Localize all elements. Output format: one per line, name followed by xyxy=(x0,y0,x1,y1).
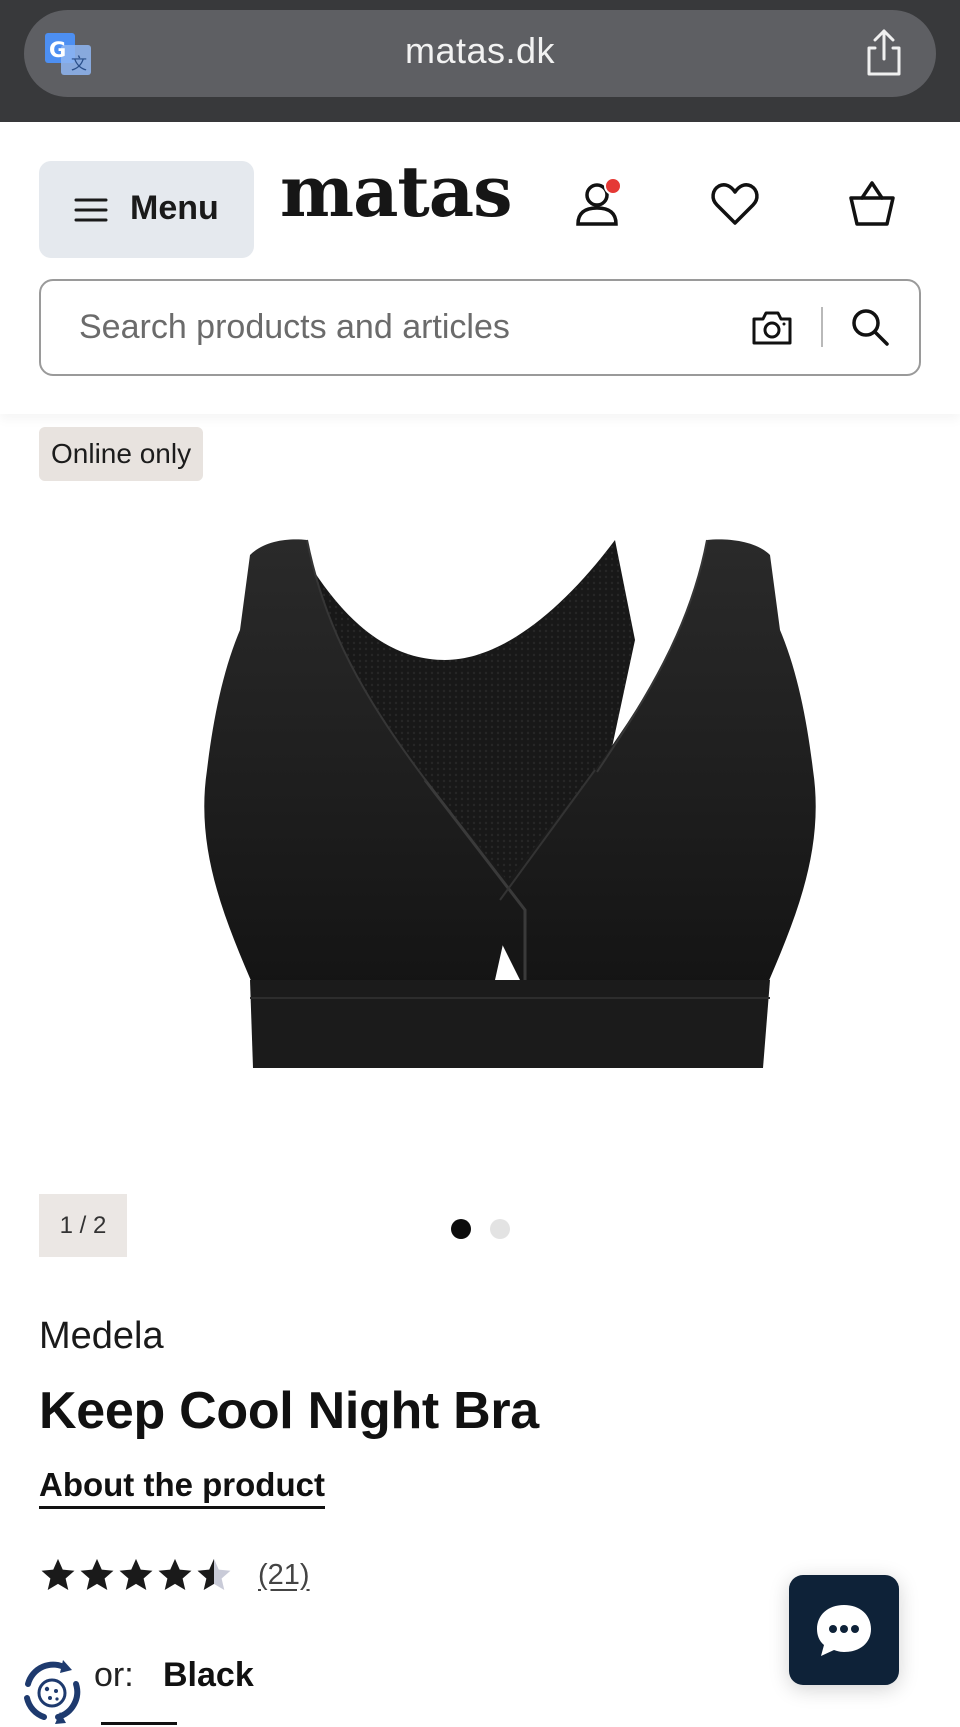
review-count[interactable]: (21) xyxy=(258,1559,310,1592)
menu-button[interactable]: Menu xyxy=(39,161,254,258)
carousel-dot-1[interactable] xyxy=(451,1219,471,1239)
search-input[interactable] xyxy=(79,281,659,374)
account-notification-dot xyxy=(604,178,622,195)
address-bar[interactable]: G 文 matas.dk xyxy=(24,10,936,97)
basket-icon[interactable] xyxy=(846,178,898,230)
star-icon xyxy=(80,1558,114,1591)
chat-button[interactable] xyxy=(789,1575,899,1685)
star-icon xyxy=(158,1558,192,1591)
wishlist-heart-icon[interactable] xyxy=(709,178,761,230)
selected-color-swatch[interactable] xyxy=(101,1722,177,1725)
product-rating[interactable]: (21) xyxy=(39,1553,310,1597)
half-star-icon xyxy=(197,1558,231,1591)
site-header: Menu matas xyxy=(0,122,960,414)
menu-label: Menu xyxy=(130,189,219,227)
cookie-settings-icon[interactable] xyxy=(14,1654,90,1727)
search-bar xyxy=(39,279,921,376)
hamburger-icon xyxy=(74,198,108,222)
star-icon xyxy=(41,1558,75,1591)
browser-toolbar: G 文 matas.dk xyxy=(0,0,960,122)
url-text[interactable]: matas.dk xyxy=(24,30,936,72)
chat-bubble-icon xyxy=(817,1605,871,1656)
color-value: Black xyxy=(163,1656,254,1694)
camera-search-icon[interactable] xyxy=(751,307,793,347)
product-title: Keep Cool Night Bra xyxy=(39,1382,539,1440)
online-only-badge: Online only xyxy=(39,427,204,481)
product-image[interactable] xyxy=(195,520,825,1160)
share-icon[interactable] xyxy=(862,28,906,78)
matas-logo[interactable]: matas xyxy=(280,150,513,233)
search-icon[interactable] xyxy=(849,306,891,348)
about-product-link[interactable]: About the product xyxy=(39,1466,325,1509)
carousel-dot-2[interactable] xyxy=(490,1219,510,1239)
account-icon[interactable] xyxy=(572,178,624,230)
search-divider xyxy=(821,307,823,347)
image-counter: 1 / 2 xyxy=(39,1194,127,1257)
star-icon xyxy=(119,1558,153,1591)
product-brand[interactable]: Medela xyxy=(39,1315,164,1358)
color-label: or: xyxy=(94,1656,134,1694)
